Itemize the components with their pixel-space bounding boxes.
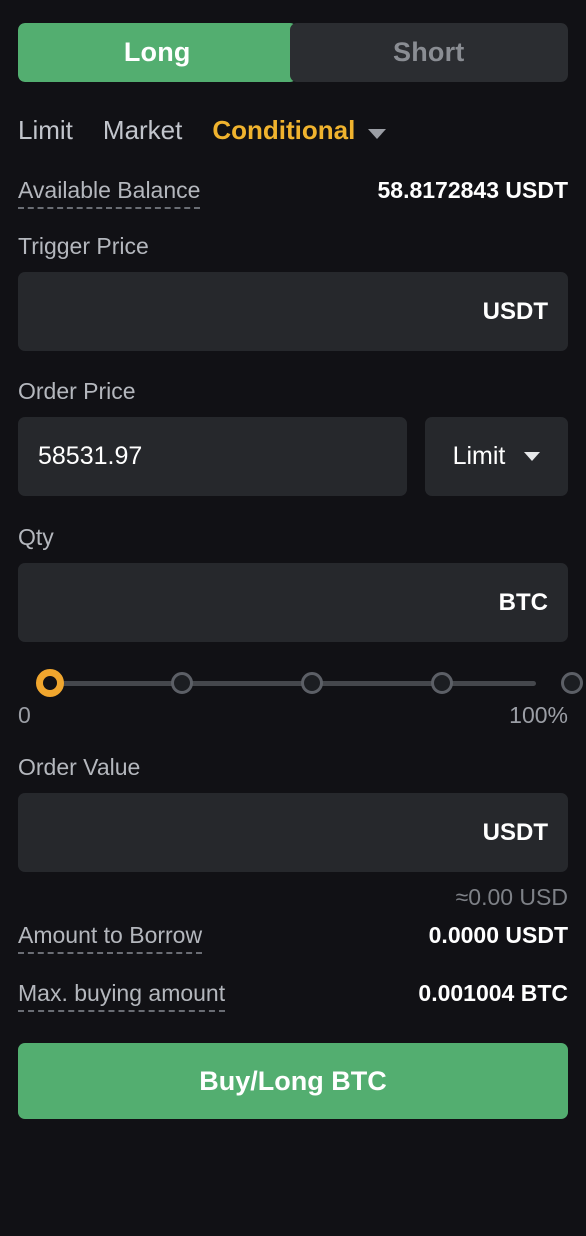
available-balance-value: 58.8172843 USDT (377, 177, 568, 203)
slider-handle[interactable] (36, 669, 64, 697)
slider-max-label: 100% (509, 702, 568, 728)
slider-tick-75[interactable] (431, 672, 453, 694)
order-price-row: Limit (18, 417, 568, 496)
order-price-input[interactable] (38, 442, 387, 471)
trigger-price-label: Trigger Price (18, 233, 149, 259)
max-buying-amount-row: Max. buying amount 0.001004 BTC (18, 980, 568, 1016)
qty-input[interactable] (38, 588, 489, 617)
trade-order-panel: Long Short Limit Market Conditional Avai… (0, 23, 586, 1236)
slider-labels: 0 100% (18, 702, 568, 729)
chevron-down-icon[interactable] (368, 128, 387, 139)
order-value-unit: USDT (482, 818, 548, 846)
tab-limit[interactable]: Limit (18, 115, 73, 146)
trigger-price-field: Trigger Price USDT (18, 233, 568, 351)
buy-long-submit-button[interactable]: Buy/Long BTC (18, 1043, 568, 1119)
tab-conditional-label: Conditional (212, 114, 356, 145)
trigger-price-input-wrap[interactable]: USDT (18, 272, 568, 351)
qty-percent-slider[interactable]: 0 100% (18, 666, 583, 729)
order-value-field: Order Value USDT (18, 754, 568, 872)
order-value-input-wrap[interactable]: USDT (18, 793, 568, 872)
trigger-price-unit: USDT (482, 297, 548, 325)
amount-to-borrow-row: Amount to Borrow 0.0000 USDT (18, 922, 568, 958)
slider-area[interactable] (18, 666, 583, 700)
side-toggle: Long Short (18, 23, 568, 82)
available-balance-row: Available Balance 58.8172843 USDT (18, 177, 568, 213)
order-price-input-wrap[interactable] (18, 417, 407, 496)
amount-to-borrow-value: 0.0000 USDT (428, 922, 568, 948)
order-value-approx: ≈0.00 USD (455, 884, 568, 910)
order-value-label: Order Value (18, 754, 141, 780)
order-type-tabs: Limit Market Conditional (18, 111, 568, 149)
tab-market[interactable]: Market (103, 115, 182, 146)
chevron-down-icon (524, 452, 541, 461)
order-price-label: Order Price (18, 378, 136, 404)
qty-input-wrap[interactable]: BTC (18, 563, 568, 642)
qty-label: Qty (18, 524, 54, 550)
short-tab[interactable]: Short (289, 23, 568, 82)
order-price-field: Order Price Limit (18, 378, 568, 496)
order-price-type-value: Limit (452, 442, 506, 470)
order-price-type-select[interactable]: Limit (425, 417, 568, 496)
slider-min-label: 0 (18, 702, 31, 728)
slider-tick-25[interactable] (171, 672, 193, 694)
amount-to-borrow-label[interactable]: Amount to Borrow (18, 922, 203, 954)
tab-conditional[interactable]: Conditional (212, 114, 387, 146)
qty-unit: BTC (498, 588, 548, 616)
slider-track[interactable] (50, 681, 536, 686)
trigger-price-input[interactable] (38, 297, 473, 326)
slider-tick-100[interactable] (561, 672, 583, 694)
qty-field: Qty BTC (18, 524, 568, 642)
order-value-input[interactable] (38, 818, 473, 847)
long-tab[interactable]: Long (18, 23, 297, 82)
available-balance-label[interactable]: Available Balance (18, 177, 201, 209)
slider-tick-50[interactable] (301, 672, 323, 694)
max-buying-amount-label[interactable]: Max. buying amount (18, 980, 226, 1012)
max-buying-amount-value: 0.001004 BTC (418, 980, 568, 1006)
